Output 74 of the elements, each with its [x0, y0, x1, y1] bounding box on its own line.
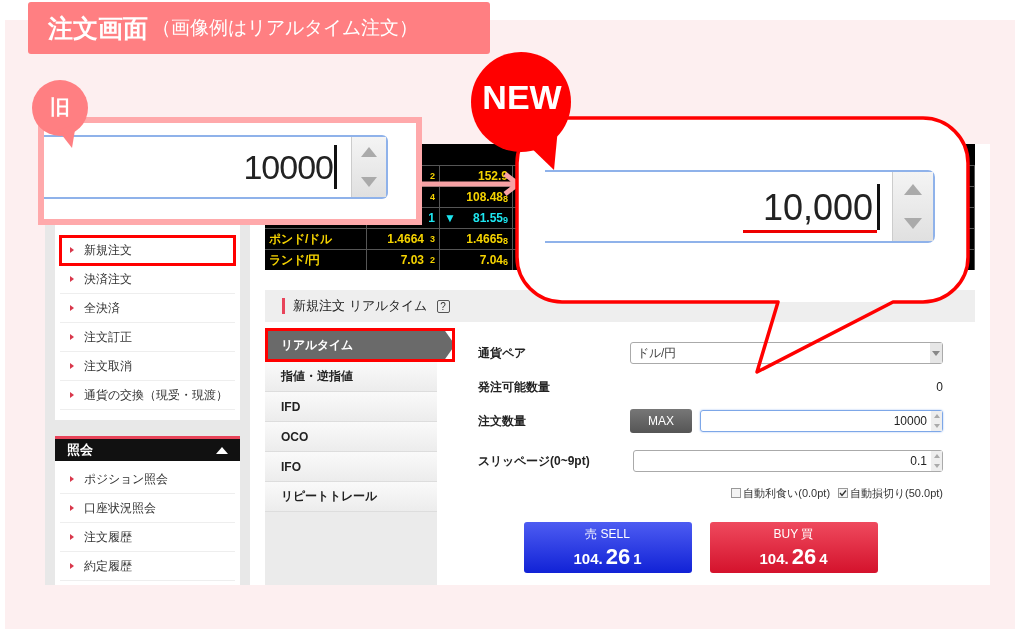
order-type-tab[interactable]: IFO: [265, 452, 437, 482]
table-cell: 7.04$_{6}$: [479, 253, 508, 267]
checkbox-label: 自動損切り(50.0pt): [850, 485, 943, 501]
banner-title: 注文画面: [48, 12, 148, 44]
menu-item[interactable]: ポジション照会: [60, 465, 235, 494]
menu-item[interactable]: 新規注文: [60, 236, 235, 265]
menu-item-label: 注文訂正: [84, 328, 132, 346]
order-type-tab[interactable]: リアルタイム: [265, 328, 455, 362]
panel-title: 新規注文 リアルタイム: [293, 297, 427, 315]
table-cell: ポンド/ドル: [265, 228, 367, 249]
spinner-icon[interactable]: [892, 172, 933, 241]
max-button[interactable]: MAX: [630, 409, 692, 433]
caret-icon: [70, 476, 74, 482]
menu-item[interactable]: 約定履歴: [60, 552, 235, 581]
field-label: 発注可能数量: [478, 378, 551, 396]
field-label: スリッページ(0~9pt): [478, 452, 591, 470]
menu-item[interactable]: 口座状況照会: [60, 494, 235, 523]
number-field[interactable]: 10000: [44, 135, 388, 199]
sell-button[interactable]: 売 SELL 104.26 1: [523, 522, 692, 573]
field-value: 0: [935, 380, 943, 394]
slippage-input[interactable]: 0.1: [633, 450, 943, 472]
order-type-tab[interactable]: リピートトレール: [265, 482, 437, 512]
caret-icon: [70, 305, 74, 311]
menu-item[interactable]: 注文履歴: [60, 523, 235, 552]
buy-button[interactable]: BUY 買 104.264: [709, 522, 878, 573]
order-type-tab[interactable]: OCO: [265, 422, 437, 452]
currency-pair-dropdown[interactable]: ドル/円: [630, 342, 943, 364]
menu-item-label: ポジション照会: [84, 470, 168, 488]
text-cursor: [334, 145, 337, 189]
menu-item-label: 決済注文: [84, 270, 132, 288]
table-cell: 81.55$_{9}$: [472, 211, 508, 225]
menu-item-label: 口座状況照会: [84, 499, 156, 517]
checkbox[interactable]: [838, 488, 849, 498]
field-value: 10000: [243, 147, 333, 187]
order-type-tab[interactable]: IFD: [265, 392, 437, 422]
table-cell: ランド/円: [265, 249, 367, 270]
menu-item-label: 約定履歴: [84, 557, 132, 575]
spinner-icon[interactable]: [931, 451, 942, 471]
caret-icon: [70, 276, 74, 282]
menu-item[interactable]: 通貨の交換（現受・現渡）: [60, 381, 235, 410]
field-label: 通貨ペア: [478, 344, 527, 362]
menu-item[interactable]: 決済注文: [60, 265, 235, 294]
number-field[interactable]: 10,000: [545, 170, 935, 243]
order-type-tab[interactable]: 指値・逆指値: [265, 362, 437, 392]
menu-item-label: 注文取消: [84, 357, 132, 375]
menu-item-label: 全決済: [84, 299, 120, 317]
caret-icon: [70, 534, 74, 540]
spinner-icon[interactable]: [931, 411, 942, 431]
caret-icon: [70, 363, 74, 369]
caret-icon: [70, 247, 74, 253]
caret-icon: [70, 334, 74, 340]
field-label: 注文数量: [478, 412, 527, 430]
caret-icon: [70, 505, 74, 511]
section-header[interactable]: 照会: [55, 436, 240, 461]
menu-item-label: 通貨の交換（現受・現渡）: [84, 386, 228, 404]
menu-item-label: 注文履歴: [84, 528, 132, 546]
spinner-icon[interactable]: [351, 137, 386, 197]
triangle-icon: [216, 446, 228, 454]
caret-icon: [70, 563, 74, 569]
section-title: 照会: [67, 441, 93, 459]
table-cell: 108.48$_{8}$: [466, 190, 508, 204]
banner-note: （画像例はリアルタイム注文）: [152, 16, 418, 40]
text-cursor: [877, 183, 880, 230]
menu-item-label: 新規注文: [84, 241, 132, 259]
checkbox-label: 自動利食い(0.0pt): [743, 485, 831, 501]
table-cell: 1.4665$_{8}$: [466, 232, 508, 246]
checkbox[interactable]: [731, 488, 742, 498]
menu-item[interactable]: 注文訂正: [60, 323, 235, 352]
help-icon[interactable]: ?: [436, 299, 450, 313]
down-arrow-icon: ▼: [444, 211, 456, 225]
menu-item[interactable]: 全決済: [60, 294, 235, 323]
caret-icon: [70, 392, 74, 398]
menu-item[interactable]: 注文取消: [60, 352, 235, 381]
quantity-input[interactable]: 10000: [700, 410, 943, 432]
